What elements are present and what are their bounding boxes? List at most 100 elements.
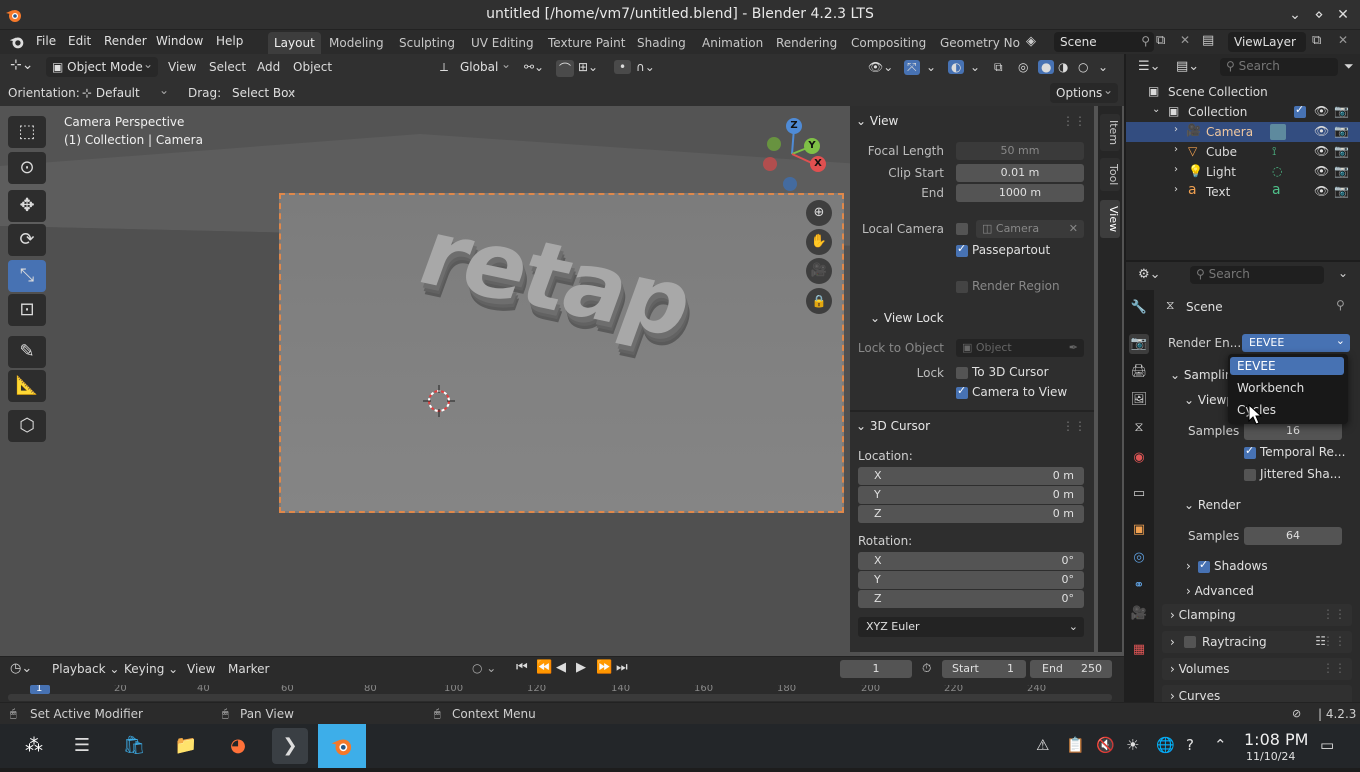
tab-layout[interactable]: Layout [268,32,321,54]
tray-expand-icon[interactable]: ⌃ [1214,736,1227,754]
menu-add[interactable]: Add [257,60,280,74]
engine-option-eevee[interactable]: EEVEE [1230,357,1344,375]
object-tab-icon[interactable]: ▣ [1129,520,1149,540]
select-box-tool-icon[interactable]: ⬚ [8,116,46,148]
material-shading-icon[interactable]: ◑ [1058,60,1068,74]
passepartout-checkbox[interactable] [956,242,968,257]
editor-type-icon[interactable]: ⊹⌄ [10,57,33,73]
overlay-menu-icon[interactable]: ⌄ [970,60,980,74]
tab-rendering[interactable]: Rendering [770,32,843,54]
notifications-icon[interactable]: ⚠ [1036,736,1049,754]
new-view-layer-icon[interactable]: ⧉ [1312,33,1321,48]
rotation-mode-select[interactable]: XYZ Euler ⌄ [858,617,1084,637]
jittered-shadows-checkbox[interactable] [1244,469,1256,481]
drag-handle-icon[interactable]: ⋮⋮ [1062,114,1086,128]
blender-task-icon[interactable] [318,724,366,768]
tab-item[interactable]: Item [1100,114,1120,152]
camera-view-icon[interactable]: 🎥 [806,258,832,284]
render-engine-select[interactable]: EEVEE ⌄ [1242,334,1350,352]
transform-orientation-select[interactable]: Global [454,57,516,77]
view-lock-header[interactable]: ⌄ View Lock [870,311,944,325]
eye-icon[interactable]: 👁 [1314,104,1329,118]
prev-keyframe-icon[interactable]: ⏪ [536,660,552,675]
maximize-button[interactable]: ⋄ [1310,6,1328,24]
delete-view-layer-icon[interactable]: ✕ [1338,33,1348,47]
data-tab-icon[interactable]: 🎥 [1129,604,1149,624]
pin-icon[interactable]: ⚲ [1141,34,1150,48]
pivot-point-icon[interactable]: ⚯⌄ [524,60,544,74]
network-icon[interactable]: 🌐 [1156,736,1175,754]
app-launcher-icon[interactable]: ⁂ [16,728,52,764]
keyframe-type-icon[interactable]: ○ ⌄ [472,661,496,675]
software-center-icon[interactable]: 🛍 [116,728,152,764]
drag-handle-icon[interactable]: ⋮⋮ [1062,419,1086,433]
scene-selector[interactable]: Scene ⚲ [1054,32,1154,52]
system-settings-icon[interactable]: ☰ [64,728,100,764]
gizmo-menu-icon[interactable]: ⌄ [926,60,936,74]
tab-shading[interactable]: Shading [631,32,692,54]
drag-handle-icon[interactable]: ⋮⋮ [1322,661,1346,675]
render-camera-icon[interactable]: 📷 [1334,164,1349,178]
clamping-panel[interactable]: › Clamping ⋮⋮ [1162,604,1352,626]
snap-icon[interactable]: ⌒ [556,60,575,77]
add-cube-tool-icon[interactable]: ⬡ [8,410,46,442]
tab-geometry-nodes[interactable]: Geometry Noc [934,32,1020,54]
clip-end-field[interactable]: 1000 m [956,184,1084,202]
menu-help[interactable]: Help [216,34,243,48]
outliner-editor-icon[interactable]: ☰⌄ [1138,59,1161,74]
clock-time[interactable]: 1:08 PM [1244,730,1308,749]
drag-select[interactable]: Select Box [226,83,302,103]
visibility-icon[interactable]: 👁⌄ [868,60,893,74]
eye-icon[interactable]: 👁 [1314,124,1329,138]
outliner-collection[interactable]: ⌄ ▣ Collection 👁 📷 [1126,102,1360,122]
move-tool-icon[interactable]: ✥ [8,190,46,222]
viewport-subpanel-header[interactable]: ⌄ Viewp [1184,393,1234,407]
play-reverse-icon[interactable]: ◀ [556,660,566,675]
menu-marker[interactable]: Marker [228,662,269,676]
to-3d-cursor-checkbox[interactable] [956,367,968,379]
gizmo-x-axis[interactable]: X [810,156,826,172]
volume-muted-icon[interactable]: 🔇 [1096,736,1115,754]
temporal-reprojection-checkbox[interactable] [1244,444,1256,459]
drag-handle-icon[interactable]: ⋮⋮ [1322,607,1346,621]
curves-panel[interactable]: › Curves [1162,685,1352,702]
orientation-select[interactable]: ⊹ Default [76,83,174,103]
clipboard-icon[interactable]: 📋 [1066,736,1085,754]
render-camera-icon[interactable]: 📷 [1334,124,1349,138]
new-scene-icon[interactable]: ⧉ [1156,33,1165,48]
brightness-icon[interactable]: ☀ [1126,736,1139,754]
show-desktop-icon[interactable]: ▭ [1320,736,1334,754]
gizmo-z-axis[interactable]: Z [786,118,802,134]
display-mode-icon[interactable]: ▤⌄ [1176,59,1199,74]
outliner-item-light[interactable]: › 💡 Light ◌ 👁 📷 [1126,162,1360,182]
eye-icon[interactable]: 👁 [1314,144,1329,158]
eye-icon[interactable]: 👁 [1314,164,1329,178]
render-tab-icon[interactable]: 📷 [1129,334,1149,354]
scene-tab-icon[interactable]: ⧖ [1129,418,1149,438]
outliner-search-input[interactable]: ⚲ Search [1220,58,1338,76]
cursor-tool-icon[interactable]: ⊙ [8,152,46,184]
stopwatch-icon[interactable]: ⏱ [922,661,931,676]
render-camera-icon[interactable]: 📷 [1334,144,1349,158]
zoom-icon[interactable]: ⊕ [806,200,832,226]
current-frame-field[interactable]: 1 [840,660,912,678]
view-layer-selector[interactable]: ViewLayer [1228,32,1306,52]
gizmo-toggle-icon[interactable]: ⤧ [904,60,920,75]
frame-ruler[interactable]: 1 20 40 60 80 100 120 140 160 180 200 22… [8,685,1112,701]
clear-icon[interactable]: ✕ [1069,220,1078,238]
cursor-rotation-z[interactable]: Z 0° [858,590,1084,608]
wireframe-shading-icon[interactable]: ◎ [1018,60,1028,74]
pan-hand-icon[interactable]: ✋ [806,229,832,255]
expand-icon[interactable]: › [1174,164,1178,175]
expand-icon[interactable]: › [1174,124,1178,135]
clip-start-field[interactable]: 0.01 m [956,164,1084,182]
camera-to-view-checkbox[interactable] [956,384,968,399]
menu-window[interactable]: Window [156,34,203,48]
menu-view[interactable]: View [168,60,196,74]
collection-exclude-checkbox[interactable] [1294,103,1306,118]
eyedropper-icon[interactable]: ✒ [1069,339,1078,357]
view-layer-tab-icon[interactable]: 🖼 [1129,390,1149,410]
scene-type-icon[interactable]: ◈ [1026,34,1036,49]
menu-keying[interactable]: Keying ⌄ [124,662,178,676]
menu-edit[interactable]: Edit [68,34,91,48]
